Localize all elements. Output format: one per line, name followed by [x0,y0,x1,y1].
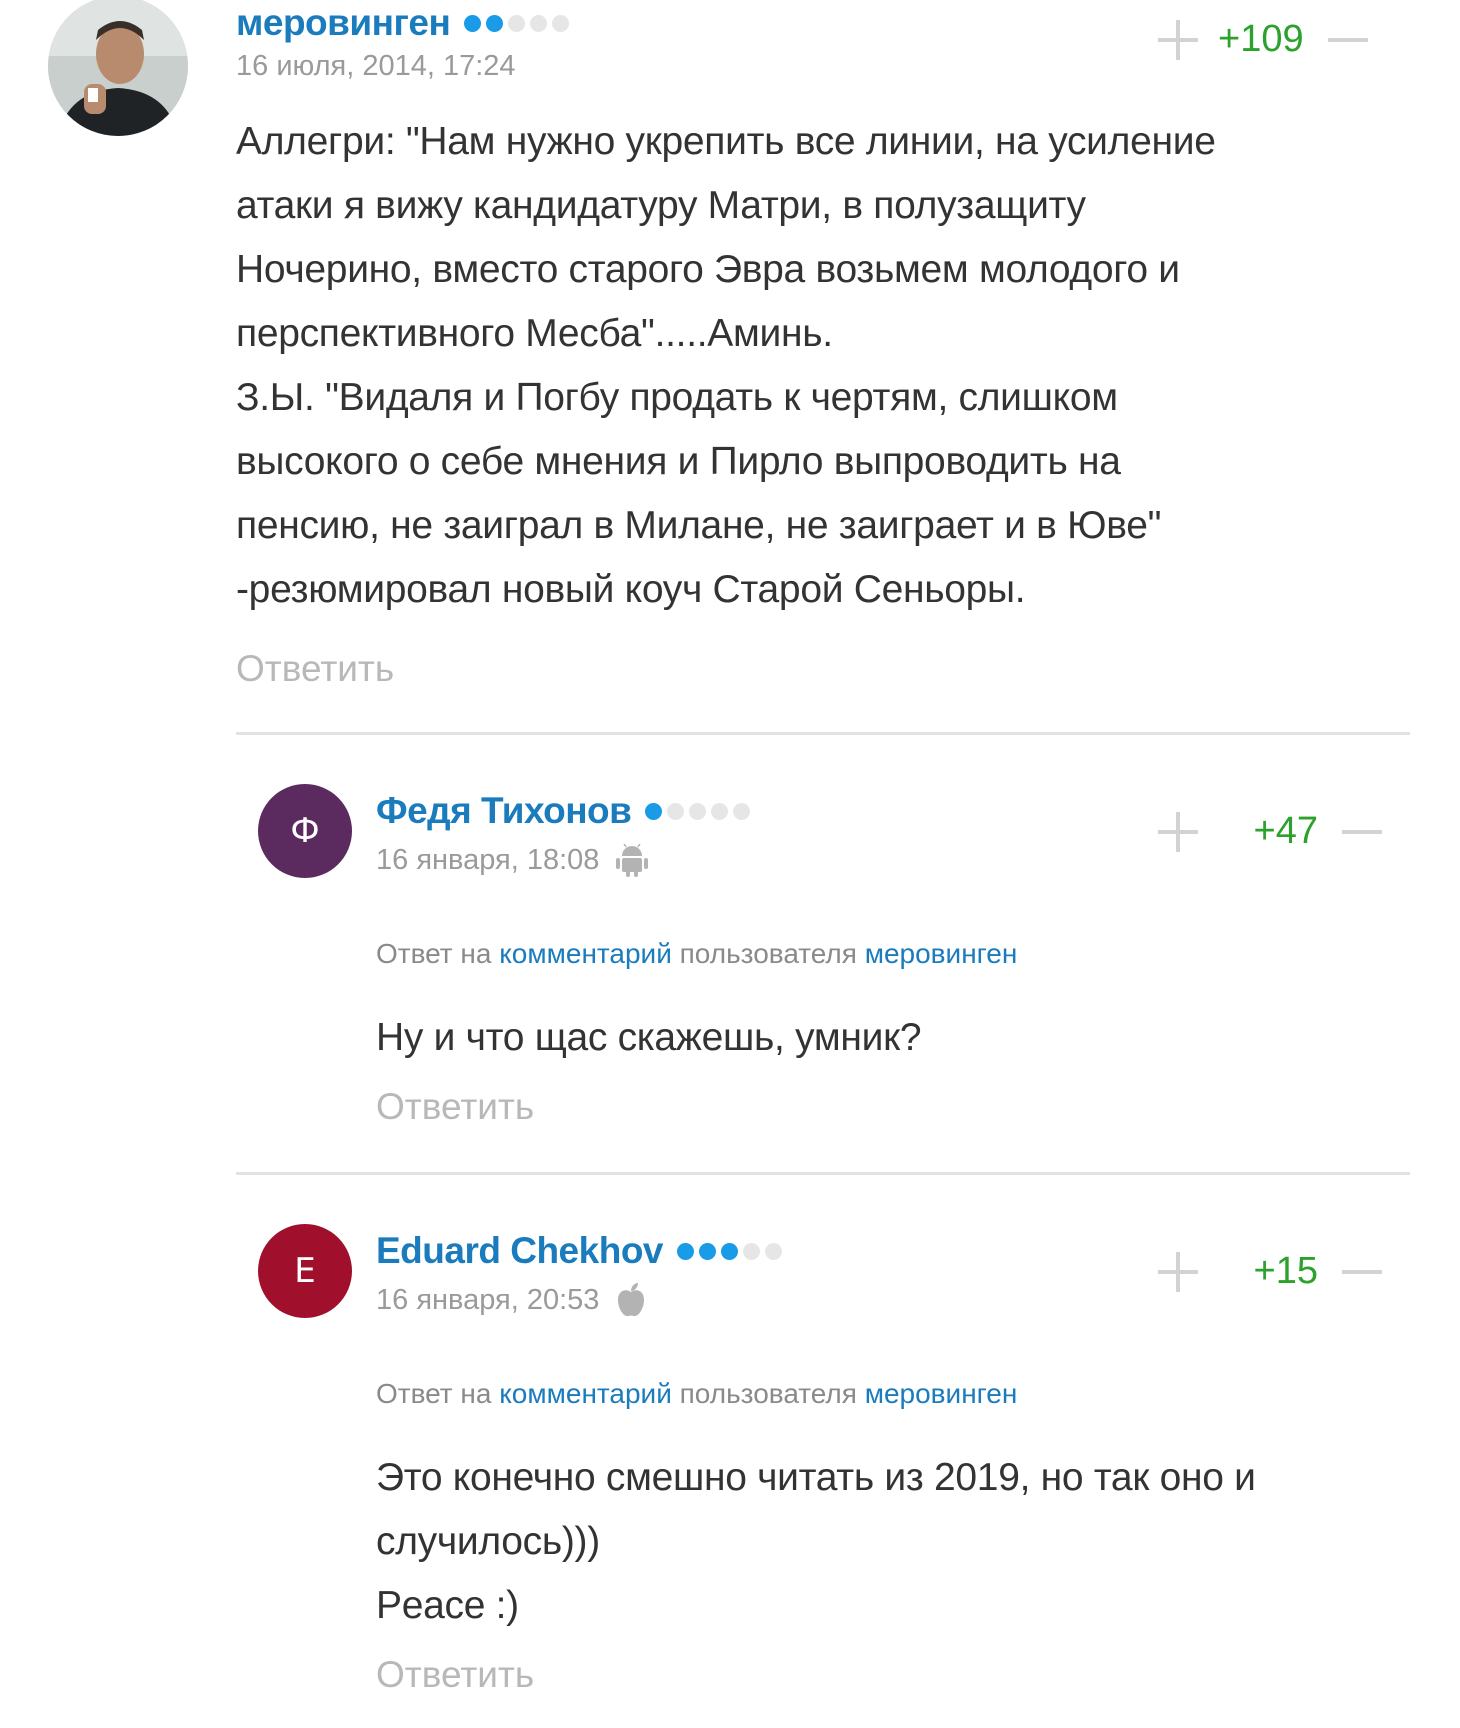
reputation-dots [677,1242,782,1260]
upvote-button[interactable] [1158,1251,1198,1292]
vote-score: +47 [1253,810,1318,852]
downvote-button[interactable] [1342,1252,1382,1292]
reputation-dot [677,1242,694,1260]
reputation-dot [486,14,504,32]
comment-text-line: Ну и что щас скажешь, умник? [376,1016,922,1059]
reputation-dot [711,802,729,820]
reply-to-comment-link[interactable]: комментарий [499,938,672,969]
user-avatar[interactable] [48,0,188,136]
reputation-dot [530,14,548,32]
reply-to-info: Ответ на комментарий пользователя мерови… [376,938,1017,970]
reputation-dot [765,1242,782,1260]
author-name[interactable]: Eduard Chekhov [376,1230,664,1272]
comment-text-line: атаки я вижу кандидатуру Матри, в полуза… [236,184,1086,227]
vote-score: +109 [1218,18,1304,60]
upvote-button[interactable] [1158,811,1198,852]
reply-to-info: Ответ на комментарий пользователя мерови… [376,1378,1017,1410]
reply-button[interactable]: Ответить [236,648,394,690]
comment-date: 16 июля, 2014, 17:24 [236,50,516,82]
downvote-button[interactable] [1342,812,1382,852]
reply-button[interactable]: Ответить [376,1086,534,1128]
upvote-button[interactable] [1158,19,1198,60]
comment-text: Это конечно смешно читать из 2019, но та… [376,1446,1256,1638]
avatar-photo-icon [48,0,188,136]
reputation-dot [689,802,707,820]
vote-score: +15 [1253,1250,1318,1292]
reputation-dot [645,802,663,820]
reputation-dot [733,802,751,820]
comment-text-line: случилось))) [376,1520,600,1563]
reputation-dot [699,1242,716,1260]
comment-text-line: высокого о себе мнения и Пирло выпроводи… [236,440,1121,483]
comment-text: Ну и что щас скажешь, умник? [376,1006,922,1070]
reply-to-user-link[interactable]: меровинген [865,1378,1018,1409]
apple-icon [615,1282,647,1318]
avatar-letter: Ф [290,811,320,851]
vote-control: +109 [1158,18,1368,61]
divider [236,732,1410,735]
comment-text-line: Peace :) [376,1584,519,1627]
reputation-dots [464,14,570,32]
reply-to-comment-link[interactable]: комментарий [499,1378,672,1409]
divider [236,1172,1410,1175]
comment-text-line: перспективного Месба".....Аминь. [236,312,833,355]
comment-text-line: Аллегри: "Нам нужно укрепить все линии, … [236,120,1216,163]
reputation-dot [508,14,526,32]
vote-control: +47 [1158,810,1382,853]
reputation-dot [721,1242,738,1260]
comment-date: 16 января, 18:08 [376,843,600,876]
reputation-dot [552,14,570,32]
comment-text-line: Ночерино, вместо старого Эвра возьмем мо… [236,248,1180,291]
author-name[interactable]: Федя Тихонов [376,790,632,832]
comment-text: Аллегри: "Нам нужно укрепить все линии, … [236,110,1216,622]
reply-to-prefix: Ответ на [376,938,492,969]
user-avatar[interactable]: Ф [258,784,352,878]
reply-button[interactable]: Ответить [376,1654,534,1696]
comment-date: 16 января, 20:53 [376,1283,600,1316]
comment-text-line: З.Ы. "Видаля и Погбу продать к чертям, с… [236,376,1118,419]
comment-text-line: пенсию, не заиграл в Милане, не заиграет… [236,504,1162,547]
vote-control: +15 [1158,1250,1382,1293]
author-name[interactable]: меровинген [236,2,451,44]
avatar-letter: E [294,1251,316,1291]
reply-to-middle: пользователя [679,938,857,969]
downvote-button[interactable] [1327,20,1368,60]
reputation-dot [743,1242,760,1260]
reputation-dots [645,802,751,820]
comment-text-line: -резюмировал новый коуч Старой Сеньоры. [236,568,1026,611]
android-icon [615,842,649,878]
reply-to-prefix: Ответ на [376,1378,492,1409]
reputation-dot [667,802,685,820]
reply-to-user-link[interactable]: меровинген [865,938,1018,969]
reputation-dot [464,14,482,32]
reply-to-middle: пользователя [679,1378,857,1409]
user-avatar[interactable]: E [258,1224,352,1318]
comment-text-line: Это конечно смешно читать из 2019, но та… [376,1456,1256,1499]
